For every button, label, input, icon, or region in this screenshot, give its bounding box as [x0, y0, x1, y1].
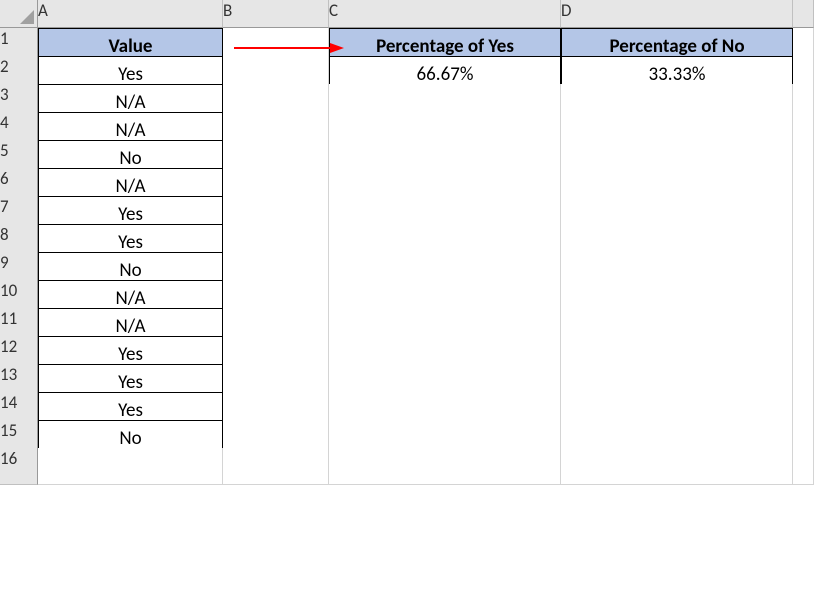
col-header-C[interactable]: C: [329, 0, 561, 28]
cell-B16[interactable]: [223, 448, 329, 485]
col-header-A[interactable]: A: [38, 0, 223, 28]
select-all-corner[interactable]: [0, 0, 38, 28]
cell-A16[interactable]: [38, 448, 223, 485]
cell-C16[interactable]: [329, 448, 561, 485]
col-header-D[interactable]: D: [561, 0, 793, 28]
col-header-edge: [793, 0, 814, 28]
cell-D16[interactable]: [561, 448, 793, 485]
cell-edge-16: [793, 448, 814, 485]
col-header-B[interactable]: B: [223, 0, 329, 28]
spreadsheet-grid: A B C D 1 Value Percentage of Yes Percen…: [0, 0, 814, 476]
row-header-16[interactable]: 16: [0, 448, 38, 485]
